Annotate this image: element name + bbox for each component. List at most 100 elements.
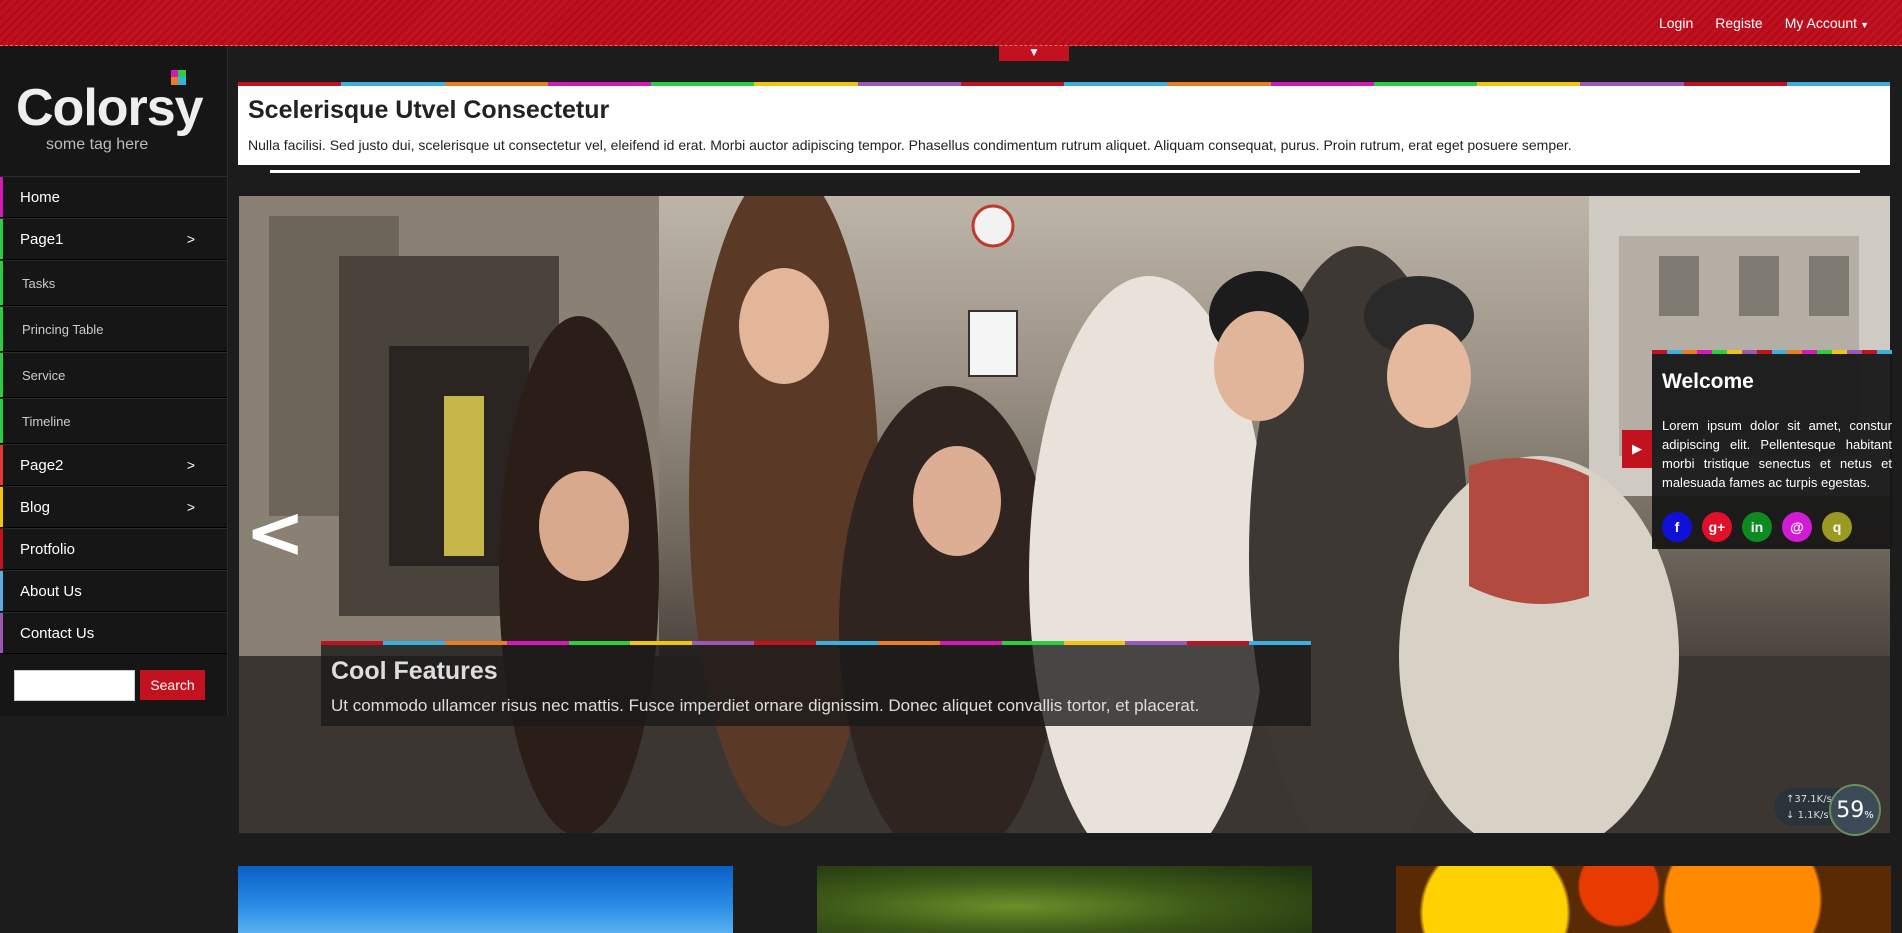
stripe-segment [1187,641,1250,645]
color-stripe [321,641,1311,645]
caret-down-icon: ▼ [1030,48,1038,58]
menu-color-bar [0,399,3,443]
top-panel-toggle[interactable]: ▼ [999,46,1069,61]
stripe-segment [1847,350,1862,354]
google-plus-icon[interactable]: g+ [1702,512,1732,542]
sidebar-item-label: Page1 [20,230,64,248]
stripe-segment [1373,82,1477,86]
search-input[interactable] [14,670,135,701]
sidebar-item-service[interactable]: Service [0,352,227,398]
thumbnail-flowers[interactable] [1396,866,1891,933]
login-link[interactable]: Login [1648,15,1704,31]
usage-percent-sign: % [1864,809,1874,821]
welcome-toggle-button[interactable]: ▶ [1622,430,1652,468]
sidebar-item-label: Princing Table [22,321,104,337]
sidebar-item-label: Page2 [20,456,64,474]
color-stripe [1652,350,1892,354]
intro-text: Nulla facilisi. Sed justo dui, scelerisq… [248,137,1572,153]
email-icon[interactable]: @ [1782,512,1812,542]
page-title: Scelerisque Utvel Consectetur [248,96,610,124]
facebook-icon[interactable]: f [1662,512,1692,542]
top-bar: Login Registe My Account ▼ [0,0,1902,46]
stripe-segment [1167,82,1271,86]
menu-color-bar [0,445,3,485]
stripe-segment [960,82,1064,86]
sidebar-item-blog[interactable]: Blog > [0,486,227,528]
sidebar-item-label: Blog [20,498,51,516]
image-slider[interactable]: < Cool Features Ut commodo ullamcer risu… [239,196,1890,833]
stripe-segment [1064,82,1168,86]
sidebar-item-protfolio[interactable]: Protfolio [0,528,227,570]
stripe-segment [1712,350,1727,354]
my-account-label: My Account [1784,15,1858,31]
sidebar-item-page2[interactable]: Page2 > [0,444,227,486]
sidebar-item-about-us[interactable]: About Us [0,570,227,612]
stripe-segment [1877,350,1892,354]
menu-color-bar [0,487,3,527]
sidebar-menu: Home Page1 > Tasks Princing Table Service Time… [0,176,227,654]
sidebar-item-label: Timeline [22,413,71,429]
sidebar-item-label: Contact Us [20,624,95,642]
stripe-segment [1270,82,1374,86]
upload-speed: 37.1 [1794,794,1817,805]
stripe-segment [506,641,569,645]
stripe-segment [1802,350,1817,354]
divider [270,170,1860,173]
memory-usage-circle[interactable]: 59% [1829,784,1881,836]
stripe-segment [1742,350,1757,354]
stripe-segment [321,641,383,645]
chevron-right-icon: > [186,499,195,515]
search-button[interactable]: Search [140,670,205,700]
thumbnail-butterfly[interactable] [817,866,1312,933]
q-icon[interactable]: q [1822,512,1852,542]
sidebar-item-label: About Us [20,582,82,600]
download-speed: 1.1 [1797,810,1814,821]
sidebar-item-contact-us[interactable]: Contact Us [0,612,227,654]
stripe-segment [1772,350,1787,354]
slider-prev-arrow[interactable]: < [245,496,305,568]
stripe-segment [816,641,878,645]
stripe-segment [1580,82,1684,86]
menu-color-bar [0,529,3,569]
stripe-segment [692,641,755,645]
stripe-segment [877,641,940,645]
stripe-segment [1817,350,1832,354]
stripe-segment [238,82,342,86]
menu-color-bar [0,571,3,611]
stripe-segment [341,82,445,86]
color-stripe [238,82,1890,86]
stripe-segment [1727,350,1742,354]
stripe-segment [651,82,755,86]
thumbnail-sky[interactable] [238,866,733,933]
usage-percent: 59 [1836,797,1865,823]
stripe-segment [1787,350,1802,354]
stripe-segment [1697,350,1712,354]
stripe-segment [444,641,507,645]
sidebar-item-label: Protfolio [20,540,76,558]
stripe-segment [1683,82,1787,86]
sidebar-item-label: Tasks [22,275,56,291]
download-unit: K/s [1813,810,1829,821]
register-link[interactable]: Registe [1704,15,1773,31]
stripe-segment [1682,350,1697,354]
caret-down-icon: ▼ [1860,20,1869,30]
sidebar-item-label: Service [22,367,66,383]
caption-text: Ut commodo ullamcer risus nec mattis. Fu… [331,696,1200,715]
menu-color-bar [0,307,3,351]
chevron-right-icon: > [186,457,195,473]
stripe-segment [754,82,858,86]
logo[interactable]: Colorsy [16,78,204,138]
my-account-menu[interactable]: My Account ▼ [1774,15,1880,31]
download-arrow-icon: ↓ [1786,810,1795,821]
chevron-right-icon: > [186,231,195,247]
sidebar-item-tasks[interactable]: Tasks [0,260,227,306]
sidebar-item-timeline[interactable]: Timeline [0,398,227,444]
sidebar-item-page1[interactable]: Page1 > [0,218,227,260]
sidebar-item-princing-table[interactable]: Princing Table [0,306,227,352]
stripe-segment [1652,350,1667,354]
stripe-segment [1063,641,1126,645]
sidebar-item-home[interactable]: Home [0,176,227,218]
stripe-segment [568,641,631,645]
linkedin-icon[interactable]: in [1742,512,1772,542]
stripe-segment [1477,82,1581,86]
